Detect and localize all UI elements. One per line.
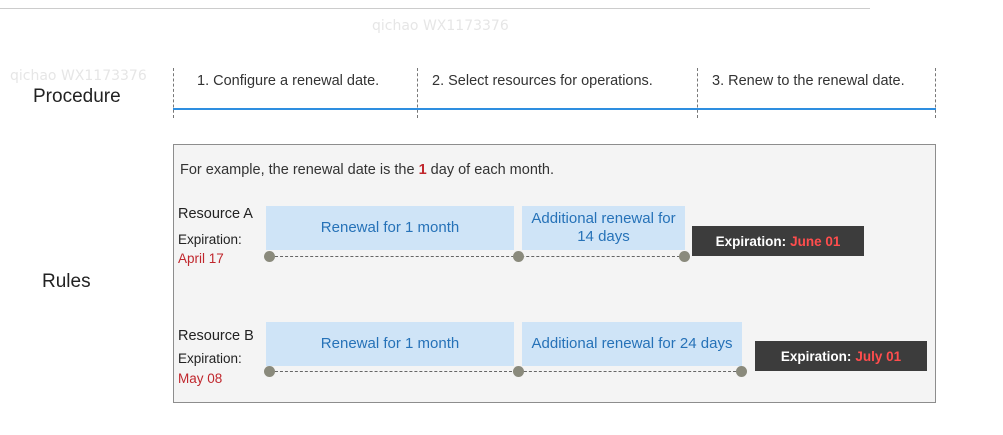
resource-b-end-point [736,366,747,377]
resource-a-final-expiration: Expiration: June 01 [692,226,864,256]
resource-b-timeline [270,371,741,372]
procedure-step-3: 3. Renew to the renewal date. [712,73,905,89]
resource-a-expiration-date: April 17 [178,251,224,266]
resource-a-timeline [270,256,685,257]
rules-example-text: For example, the renewal date is the 1 d… [180,162,555,178]
step-divider [417,68,418,118]
procedure-step-2: 2. Select resources for operations. [432,73,653,89]
resource-a-start-point [264,251,275,262]
resource-a-additional-box: Additional renewal for 14 days [522,206,685,250]
step-divider [697,68,698,118]
resource-b-expiration-label: Expiration: [178,351,242,366]
resource-a-expiration-label: Expiration: [178,232,242,247]
figure-caption-fragment [0,0,870,16]
procedure-label: Procedure [33,86,121,107]
procedure-underline [173,108,936,110]
resource-b-expiration-date: May 08 [178,371,223,386]
resource-b-start-point [264,366,275,377]
resource-b-final-expiration: Expiration: July 01 [755,341,927,371]
watermark: qichao WX1173376 [372,18,509,34]
resource-b-additional-box: Additional renewal for 24 days [522,322,742,366]
step-divider [173,68,174,118]
rules-label: Rules [42,271,91,292]
resource-a-end-point [679,251,690,262]
renewal-day: 1 [418,162,427,178]
resource-a-mid-point [513,251,524,262]
procedure-step-1: 1. Configure a renewal date. [197,73,380,89]
resource-b-mid-point [513,366,524,377]
resource-b-name: Resource B [178,328,254,344]
watermark: qichao WX1173376 [10,68,147,84]
resource-b-renewal-box: Renewal for 1 month [266,322,514,366]
resource-a-renewal-box: Renewal for 1 month [266,206,514,250]
resource-a-name: Resource A [178,206,253,222]
step-divider [935,68,936,118]
